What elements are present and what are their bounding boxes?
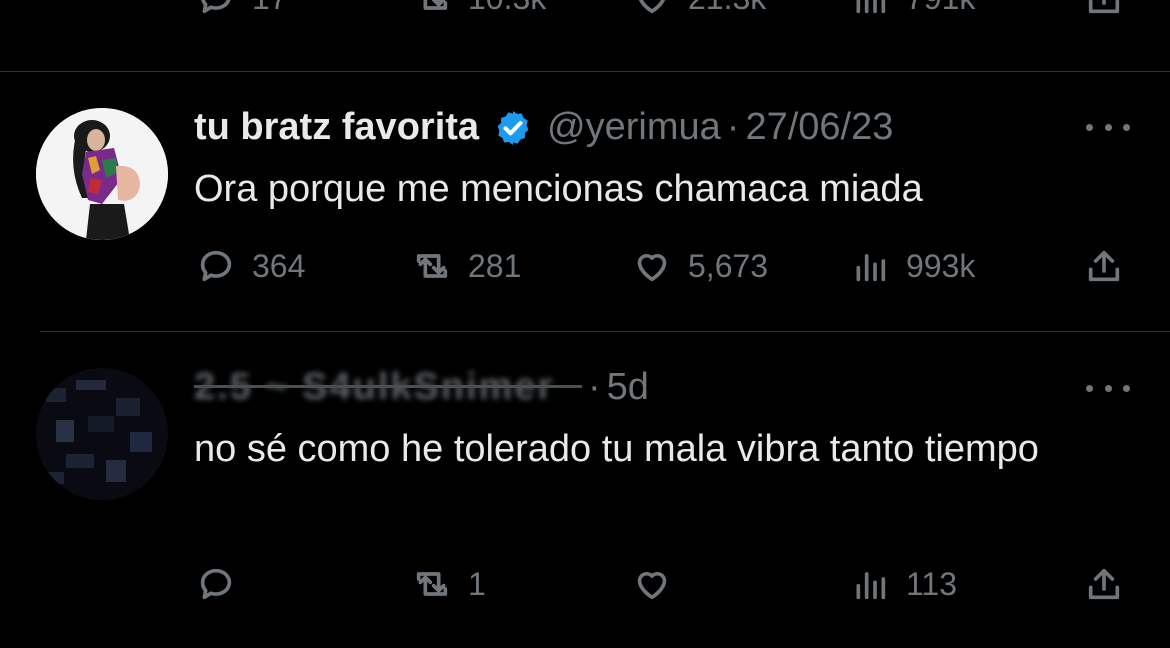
share-icon [1088, 568, 1120, 600]
retweet-icon [416, 254, 448, 278]
reply-button[interactable] [196, 564, 252, 604]
display-name[interactable]: tu bratz favorita [194, 106, 479, 149]
views-button[interactable]: 993k [850, 246, 975, 286]
retweet-icon [416, 572, 448, 596]
retweet-count: 1 [468, 565, 486, 602]
reply-count: 17 [252, 0, 288, 17]
scribble-overlay [194, 384, 582, 388]
views-icon [856, 572, 886, 600]
share-icon [1088, 0, 1120, 14]
separator: · [588, 366, 601, 408]
retweet-button[interactable]: 1 [412, 564, 486, 604]
share-button[interactable] [1084, 246, 1124, 286]
verified-badge-icon [493, 108, 533, 148]
views-count: 791k [906, 0, 975, 17]
avatar-image-obscured [36, 368, 168, 500]
like-count: 5,673 [688, 247, 769, 284]
like-button[interactable] [632, 564, 688, 604]
timestamp[interactable]: 27/06/23 [745, 106, 893, 149]
reply-icon [201, 0, 231, 14]
divider [0, 71, 1170, 72]
reply-button[interactable]: 17 [196, 0, 288, 18]
more-icon[interactable] [1086, 378, 1130, 398]
like-button[interactable]: 21.3k [632, 0, 766, 18]
tweet-text: Ora porque me mencionas chamaca miada [194, 168, 923, 210]
reply-count: 364 [252, 247, 306, 284]
retweet-button[interactable]: 10.3k [412, 0, 546, 18]
heart-icon [637, 571, 667, 600]
views-count: 993k [906, 247, 976, 284]
share-button[interactable] [1084, 0, 1124, 18]
retweet-count: 281 [468, 247, 522, 284]
tweet-text: no sé como he tolerado tu mala vibra tan… [194, 428, 1039, 470]
heart-icon [637, 253, 667, 282]
timestamp[interactable]: 5d [607, 366, 649, 409]
reply-icon [200, 250, 232, 282]
share-button[interactable] [1084, 564, 1124, 604]
reply-button[interactable]: 364 [196, 246, 305, 286]
views-count: 113 [906, 565, 958, 602]
avatar[interactable] [36, 368, 168, 500]
more-icon[interactable] [1086, 117, 1130, 137]
tweet-header: 2.5 ​~ S4ulkSnimer · 5d [194, 366, 649, 409]
retweet-button[interactable]: 281 [412, 246, 521, 286]
retweet-icon [423, 0, 448, 10]
reply-icon [200, 568, 232, 600]
share-icon [1088, 250, 1120, 282]
views-icon [856, 254, 886, 282]
avatar-image [36, 108, 168, 240]
display-name-obscured[interactable]: 2.5 ​~ S4ulkSnimer [194, 366, 582, 408]
heart-icon [638, 0, 666, 14]
like-count: 21.3k [688, 0, 766, 17]
tweet-header: tu bratz favorita @yerimua · 27/06/23 [194, 106, 893, 149]
views-button[interactable]: 113 [850, 564, 957, 604]
separator: · [726, 106, 740, 148]
like-button[interactable]: 5,673 [632, 246, 768, 286]
divider [40, 331, 1170, 332]
views-button[interactable]: 791k [850, 0, 975, 18]
avatar[interactable] [36, 108, 168, 240]
handle[interactable]: @yerimua [547, 106, 721, 149]
retweet-count: 10.3k [468, 0, 546, 17]
views-icon [856, 0, 886, 14]
